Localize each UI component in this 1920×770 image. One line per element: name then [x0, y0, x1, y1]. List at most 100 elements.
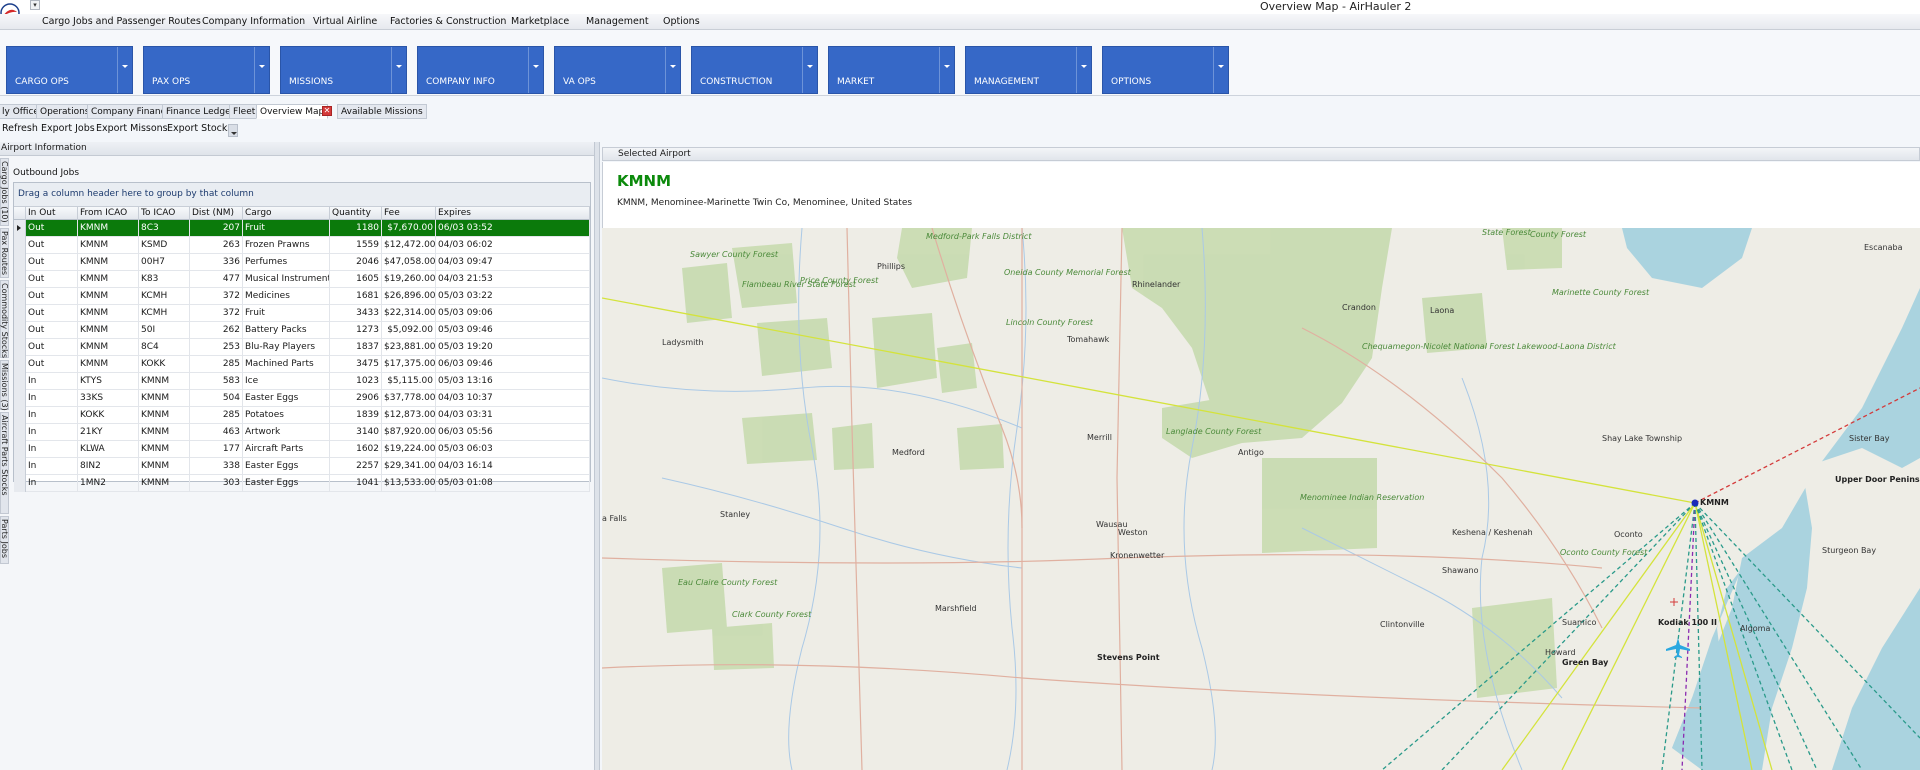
row-indicator[interactable] — [14, 271, 26, 288]
table-cell: 372 — [190, 305, 243, 322]
row-indicator[interactable] — [14, 322, 26, 339]
export-missions-button[interactable]: Export Missons — [96, 123, 168, 134]
menu-options[interactable]: Options — [663, 16, 700, 27]
table-row[interactable]: In 1MN2 KMNM 303 Easter Eggs 1041 $13,533.00 05… — [14, 475, 590, 492]
tab-fleet[interactable]: Fleet — [229, 104, 260, 119]
ribbon-management-button[interactable]: MANAGEMENT — [965, 46, 1092, 94]
vtab-missions[interactable]: Missions (3) — [0, 360, 9, 411]
table-row[interactable]: Out KMNM 00H7 336 Perfumes 2046 $47,058.00 04/0… — [14, 254, 590, 271]
row-indicator[interactable] — [14, 424, 26, 441]
ribbon-dropdown[interactable] — [117, 47, 132, 93]
aircraft-icon[interactable] — [1666, 638, 1690, 658]
table-cell: KMNM — [78, 288, 139, 305]
table-cell: Potatoes — [243, 407, 330, 424]
vtab-commodity-stocks[interactable]: Commodity Stocks — [0, 280, 9, 358]
refresh-button[interactable]: Refresh — [2, 123, 38, 134]
quick-access-dropdown[interactable]: ▾ — [30, 0, 40, 10]
table-row[interactable]: Out KMNM KCMH 372 Fruit 3433 $22,314.00 05/03 0… — [14, 305, 590, 322]
menu-marketplace[interactable]: Marketplace — [511, 16, 569, 27]
vtab-pax-routes[interactable]: Pax Routes — [0, 228, 9, 278]
table-row[interactable]: Out KMNM 8C3 207 Fruit 1180 $7,670.00 06/03 03:… — [14, 220, 590, 237]
table-row[interactable]: Out KMNM 8C4 253 Blu-Ray Players 1837 $23,881.… — [14, 339, 590, 356]
close-icon[interactable]: ✕ — [322, 106, 332, 116]
table-row[interactable]: Out KMNM K83 477 Musical Instruments 1605 $19,… — [14, 271, 590, 288]
overview-map[interactable]: Medford-Park Falls District Sawyer Count… — [602, 228, 1920, 770]
menu-company-information[interactable]: Company Information — [202, 16, 305, 27]
group-by-hint[interactable]: Drag a column header here to group by th… — [14, 183, 590, 207]
table-cell: Out — [26, 339, 78, 356]
header-expires[interactable]: Expires — [436, 207, 590, 220]
table-cell: Out — [26, 305, 78, 322]
row-indicator[interactable] — [14, 475, 26, 492]
row-indicator[interactable] — [14, 407, 26, 424]
table-row[interactable]: Out KMNM KCMH 372 Medicines 1681 $26,896.00 05/… — [14, 288, 590, 305]
row-indicator[interactable] — [14, 254, 26, 271]
row-indicator[interactable] — [14, 458, 26, 475]
table-cell: $12,873.00 — [382, 407, 436, 424]
header-fee[interactable]: Fee — [382, 207, 436, 220]
ribbon-dropdown[interactable] — [802, 47, 817, 93]
ribbon-construction-button[interactable]: CONSTRUCTION — [691, 46, 818, 94]
header-from-icao[interactable]: From ICAO — [78, 207, 139, 220]
tab-available-missions[interactable]: Available Missions — [337, 104, 427, 119]
ribbon-dropdown[interactable] — [665, 47, 680, 93]
export-stocks-button[interactable]: Export Stocks — [167, 123, 232, 134]
table-row[interactable]: Out KMNM 50I 262 Battery Packs 1273 $5,092.00 0… — [14, 322, 590, 339]
table-cell: 3140 — [330, 424, 382, 441]
ribbon-dropdown[interactable] — [528, 47, 543, 93]
row-indicator[interactable] — [14, 373, 26, 390]
row-indicator[interactable] — [14, 220, 26, 237]
table-row[interactable]: In KOKK KMNM 285 Potatoes 1839 $12,873.00 04/03… — [14, 407, 590, 424]
header-to-icao[interactable]: To ICAO — [139, 207, 190, 220]
row-indicator[interactable] — [14, 356, 26, 373]
table-row[interactable]: Out KMNM KOKK 285 Machined Parts 3475 $17,375.… — [14, 356, 590, 373]
menu-management[interactable]: Management — [586, 16, 649, 27]
ribbon-va-ops-button[interactable]: VA OPS — [554, 46, 681, 94]
header-cargo[interactable]: Cargo — [243, 207, 330, 220]
table-cell: 253 — [190, 339, 243, 356]
table-cell: Out — [26, 288, 78, 305]
header-dist[interactable]: Dist (NM) — [190, 207, 243, 220]
ribbon-missions-button[interactable]: MISSIONS — [280, 46, 407, 94]
airport-marker-icon[interactable] — [1691, 499, 1699, 507]
ribbon-dropdown[interactable] — [1213, 47, 1228, 93]
ribbon-dropdown[interactable] — [391, 47, 406, 93]
ribbon-options-button[interactable]: OPTIONS — [1102, 46, 1229, 94]
tab-overview-map[interactable]: Overview Map — [256, 104, 329, 119]
table-row[interactable]: In 21KY KMNM 463 Artwork 3140 $87,920.00 06/03 … — [14, 424, 590, 441]
row-indicator[interactable] — [14, 237, 26, 254]
row-indicator[interactable] — [14, 305, 26, 322]
ribbon-dropdown[interactable] — [1076, 47, 1091, 93]
row-indicator[interactable] — [14, 441, 26, 458]
menu-virtual-airline[interactable]: Virtual Airline — [313, 16, 377, 27]
toolbar-overflow-dropdown[interactable] — [228, 124, 238, 137]
tab-finance-ledger[interactable]: Finance Ledger — [162, 104, 239, 119]
table-row[interactable]: In KLWA KMNM 177 Aircraft Parts 1602 $19,224.0… — [14, 441, 590, 458]
map-label: Kronenwetter — [1110, 551, 1165, 560]
table-row[interactable]: In KTYS KMNM 583 Ice 1023 $5,115.00 05/03 13:16 — [14, 373, 590, 390]
vtab-cargo-jobs[interactable]: Cargo Jobs (10) — [0, 158, 9, 226]
ribbon-cargo-ops-button[interactable]: CARGO OPS — [6, 46, 133, 94]
row-indicator[interactable] — [14, 339, 26, 356]
export-jobs-button[interactable]: Export Jobs — [41, 123, 95, 134]
row-indicator[interactable] — [14, 390, 26, 407]
vtab-parts-jobs[interactable]: Parts Jobs — [0, 516, 9, 564]
panel-splitter[interactable] — [594, 142, 600, 770]
table-row[interactable]: Out KMNM KSMD 263 Frozen Prawns 1559 $12,472.0… — [14, 237, 590, 254]
map-label: Crandon — [1342, 303, 1376, 312]
header-quantity[interactable]: Quantity — [330, 207, 382, 220]
vtab-aircraft-parts-stocks[interactable]: Aircraft Parts Stocks — [0, 412, 9, 514]
table-cell: 33KS — [78, 390, 139, 407]
ribbon-company-info-button[interactable]: COMPANY INFO — [417, 46, 544, 94]
ribbon-pax-ops-button[interactable]: PAX OPS — [143, 46, 270, 94]
menu-cargo-jobs[interactable]: Cargo Jobs and Passenger Routes — [42, 16, 201, 27]
ribbon-dropdown[interactable] — [254, 47, 269, 93]
row-indicator[interactable] — [14, 288, 26, 305]
table-row[interactable]: In 8IN2 KMNM 338 Easter Eggs 2257 $29,341.00 04… — [14, 458, 590, 475]
header-in-out[interactable]: In Out — [26, 207, 78, 220]
menu-factories-construction[interactable]: Factories & Construction — [390, 16, 506, 27]
tab-operations[interactable]: Operations — [36, 104, 94, 119]
table-row[interactable]: In 33KS KMNM 504 Easter Eggs 2906 $37,778.00 04… — [14, 390, 590, 407]
ribbon-dropdown[interactable] — [939, 47, 954, 93]
ribbon-market-button[interactable]: MARKET — [828, 46, 955, 94]
